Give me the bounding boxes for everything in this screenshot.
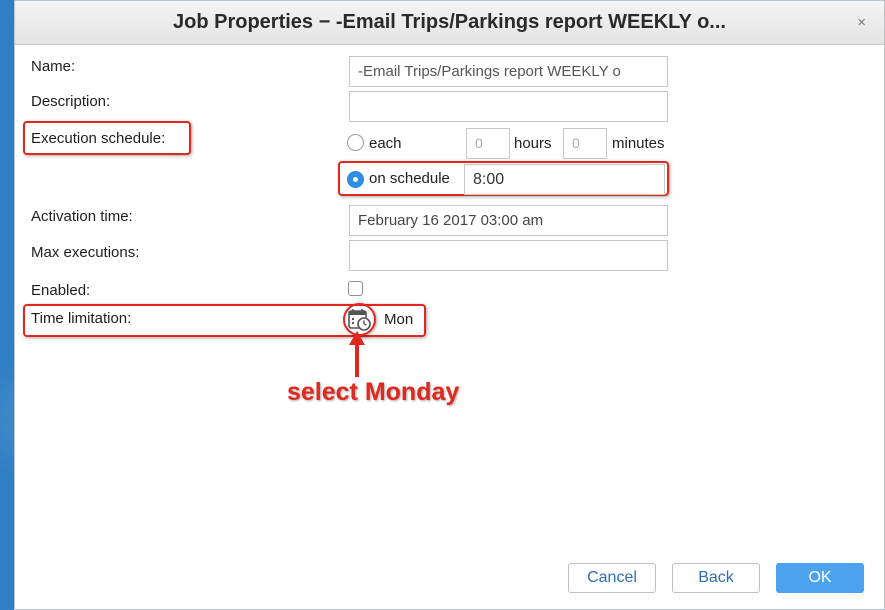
ok-button[interactable]: OK [776, 563, 864, 593]
on-schedule-label: on schedule [369, 170, 450, 187]
name-label: Name: [31, 58, 76, 75]
description-label: Description: [31, 93, 111, 110]
minutes-input[interactable]: 0 [563, 128, 607, 159]
enabled-label: Enabled: [31, 282, 91, 299]
job-properties-dialog: Job Properties − -Email Trips/Parkings r… [14, 0, 885, 610]
each-label: each [369, 135, 402, 152]
each-radio[interactable] [347, 134, 364, 151]
dialog-titlebar: Job Properties − -Email Trips/Parkings r… [15, 1, 884, 45]
annotation-arrow-shaft [355, 341, 359, 377]
max-executions-label: Max executions: [31, 244, 140, 261]
annotation-text: select Monday [287, 378, 460, 406]
back-button[interactable]: Back [672, 563, 760, 593]
activation-time-label: Activation time: [31, 208, 133, 225]
max-executions-input[interactable] [349, 240, 668, 271]
name-input[interactable]: -Email Trips/Parkings report WEEKLY o [349, 56, 668, 87]
schedule-time-input[interactable]: 8:00 [464, 164, 665, 195]
hours-label: hours [514, 135, 552, 152]
close-icon[interactable]: × [857, 14, 866, 31]
on-schedule-radio[interactable] [347, 171, 364, 188]
minutes-label: minutes [612, 135, 665, 152]
hours-input[interactable]: 0 [466, 128, 510, 159]
cancel-button[interactable]: Cancel [568, 563, 656, 593]
time-limitation-value: Mon [384, 311, 414, 328]
description-input[interactable] [349, 91, 668, 122]
activation-time-input[interactable]: February 16 2017 03:00 am [349, 205, 668, 236]
execution-schedule-highlight [23, 121, 191, 155]
dialog-title: Job Properties − -Email Trips/Parkings r… [173, 11, 726, 33]
enabled-checkbox[interactable] [348, 281, 363, 296]
calendar-clock-icon[interactable] [348, 308, 372, 332]
